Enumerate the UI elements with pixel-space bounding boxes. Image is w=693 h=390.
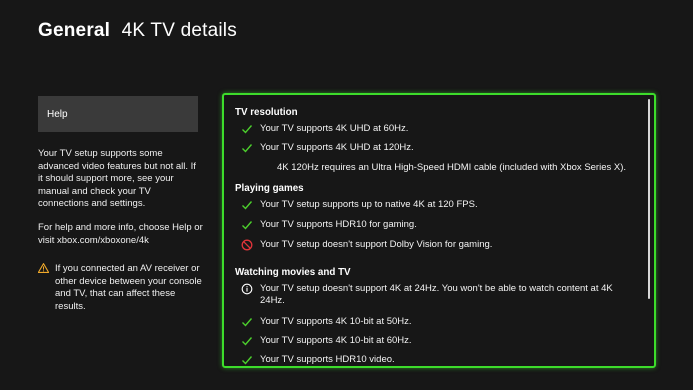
check-icon [242, 125, 253, 134]
list-item: Your TV supports 4K 10-bit at 50Hz. [241, 316, 631, 328]
list-item: Your TV setup doesn't support 4K at 24Hz… [241, 283, 631, 307]
section-name: General [38, 20, 111, 41]
list-item: Your TV setup supports up to native 4K a… [241, 199, 631, 211]
check-icon [242, 318, 253, 327]
playing-games-heading: Playing games [235, 183, 304, 194]
help-more-info: For help and more info, choose Help or v… [38, 222, 203, 246]
check-icon [242, 144, 253, 153]
list-item: Your TV supports 4K UHD at 60Hz. [241, 123, 631, 135]
tv-resolution-heading: TV resolution [235, 107, 298, 118]
prohibited-icon [241, 239, 253, 251]
list-item: Your TV supports 4K 10-bit at 60Hz. [241, 335, 631, 347]
hdmi-cable-note: 4K 120Hz requires an Ultra High-Speed HD… [277, 162, 627, 173]
scrollbar[interactable] [648, 99, 650, 299]
check-icon [242, 221, 253, 230]
warning-icon [38, 263, 49, 273]
page-title: 4K TV details [121, 20, 237, 41]
list-item: Your TV supports HDR10 video. [241, 354, 631, 366]
list-item: Your TV setup doesn't support Dolby Visi… [241, 239, 631, 251]
help-button[interactable]: Help [38, 96, 198, 132]
warning-text: If you connected an AV receiver or other… [55, 263, 202, 312]
help-button-label: Help [47, 108, 68, 120]
info-icon [241, 283, 253, 295]
check-icon [242, 337, 253, 346]
check-icon [242, 356, 253, 365]
help-description: Your TV setup supports some advanced vid… [38, 148, 196, 209]
tv-details-panel[interactable]: TV resolution Your TV supports 4K UHD at… [222, 93, 656, 368]
list-item: Your TV supports HDR10 for gaming. [241, 219, 631, 231]
list-item: Your TV supports 4K UHD at 120Hz. [241, 142, 631, 154]
check-icon [242, 201, 253, 210]
page-header: General 4K TV details [38, 20, 237, 42]
av-receiver-warning: If you connected an AV receiver or other… [38, 263, 208, 313]
watching-movies-heading: Watching movies and TV [235, 267, 351, 278]
